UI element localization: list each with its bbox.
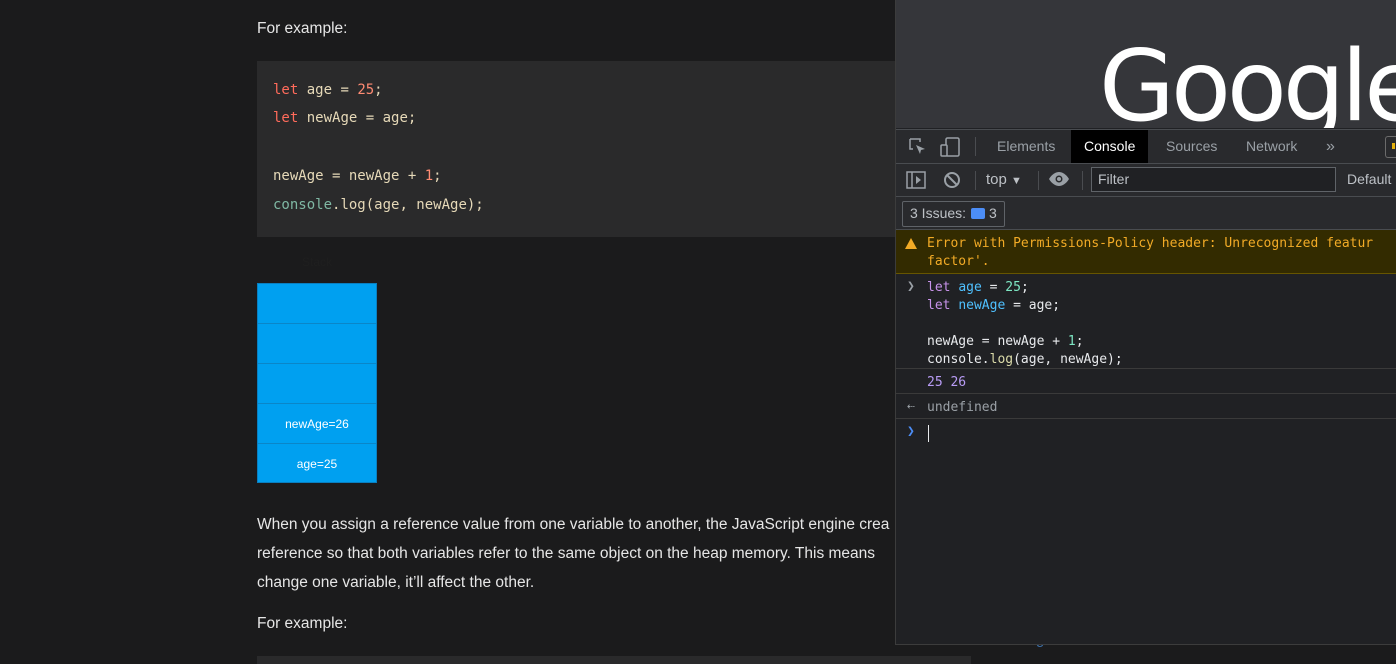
issues-label: 3 Issues: [910, 205, 967, 221]
context-selector[interactable]: top ▼ [986, 171, 1022, 188]
log-value: 25 26 [927, 375, 967, 390]
code-line: newAge = newAge + 1; [273, 168, 442, 184]
issues-count: 3 [989, 205, 997, 221]
device-toolbar-icon[interactable] [940, 137, 962, 162]
warning-icon [905, 238, 917, 249]
paragraph-line: reference so that both variables refer t… [257, 545, 876, 562]
sidebar-toggle-icon[interactable] [906, 171, 926, 194]
context-label: top [986, 171, 1007, 188]
inspect-element-icon[interactable] [908, 137, 928, 162]
console-input-echo: ❯ let age = 25; let newAge = age; newAge… [896, 275, 1396, 369]
stack-diagram: newAge=26 age=25 [257, 283, 377, 483]
separator [1082, 171, 1083, 190]
clear-console-icon[interactable] [943, 171, 961, 194]
separator [975, 171, 976, 190]
console-line: newAge = newAge + 1; [927, 334, 1084, 349]
console-return: ⇠ undefined [896, 394, 1396, 419]
code-line: let newAge = age; [273, 110, 417, 126]
stack-cell [258, 324, 376, 364]
for-example-label: For example: [257, 20, 348, 37]
paragraph-line: When you assign a reference value from o… [257, 516, 890, 533]
devtools-tabbar: Elements Console Sources Network » [896, 129, 1396, 164]
console-line: let age = 25; [927, 280, 1029, 295]
tab-console[interactable]: Console [1071, 130, 1149, 163]
separator [975, 137, 976, 156]
filter-input[interactable]: Filter [1091, 167, 1336, 192]
tab-network[interactable]: Network [1233, 130, 1310, 163]
stack-cell-newage: newAge=26 [258, 404, 376, 444]
console-line: let newAge = age; [927, 298, 1061, 313]
prompt-chevron-icon: ❯ [907, 424, 915, 439]
warning-badge-icon[interactable] [1385, 136, 1396, 158]
message-icon [971, 208, 986, 219]
more-tabs-icon[interactable]: » [1326, 130, 1335, 163]
console-warning: Error with Permissions-Policy header: Un… [896, 230, 1396, 274]
for-example-label-2: For example: [257, 615, 348, 632]
stack-cell [258, 284, 376, 324]
chevron-right-icon: ❯ [907, 279, 915, 294]
devtools-panel: Google Elements Console Sources Network … [895, 0, 1396, 645]
code-block-2 [257, 656, 971, 664]
text-caret [928, 425, 929, 442]
separator [1038, 171, 1039, 190]
tab-sources[interactable]: Sources [1153, 130, 1230, 163]
chevron-down-icon: ▼ [1011, 175, 1022, 187]
log-levels-dropdown[interactable]: Default [1347, 171, 1391, 187]
return-value: undefined [927, 400, 998, 415]
warning-text: Error with Permissions-Policy header: Un… [927, 236, 1374, 251]
issues-bar: 3 Issues: 3 [896, 197, 1396, 230]
console-log-output: 25 26 [896, 369, 1396, 394]
paragraph-line: change one variable, it’ll affect the ot… [257, 574, 535, 591]
tab-elements[interactable]: Elements [984, 130, 1068, 163]
google-logo: Google [1099, 30, 1396, 128]
eye-icon[interactable] [1048, 171, 1070, 192]
stack-cell-age: age=25 [296, 457, 338, 471]
stack-label: Stack [302, 255, 333, 269]
warning-text: factor'. [927, 254, 990, 269]
console-line: console.log(age, newAge); [927, 352, 1123, 367]
console-prompt[interactable]: ❯ [896, 420, 1396, 446]
code-line: console.log(age, newAge); [273, 197, 484, 213]
return-arrow-icon: ⇠ [907, 399, 915, 414]
console-toolbar: top ▼ Filter Default [896, 164, 1396, 197]
issues-button[interactable]: 3 Issues: 3 [902, 201, 1005, 227]
page-preview: Google [896, 0, 1396, 128]
article-paragraph: When you assign a reference value from o… [257, 510, 897, 597]
code-line: let age = 25; [273, 82, 383, 98]
code-block: let age = 25; let newAge = age; newAge =… [257, 61, 917, 237]
stack-cell [258, 364, 376, 404]
